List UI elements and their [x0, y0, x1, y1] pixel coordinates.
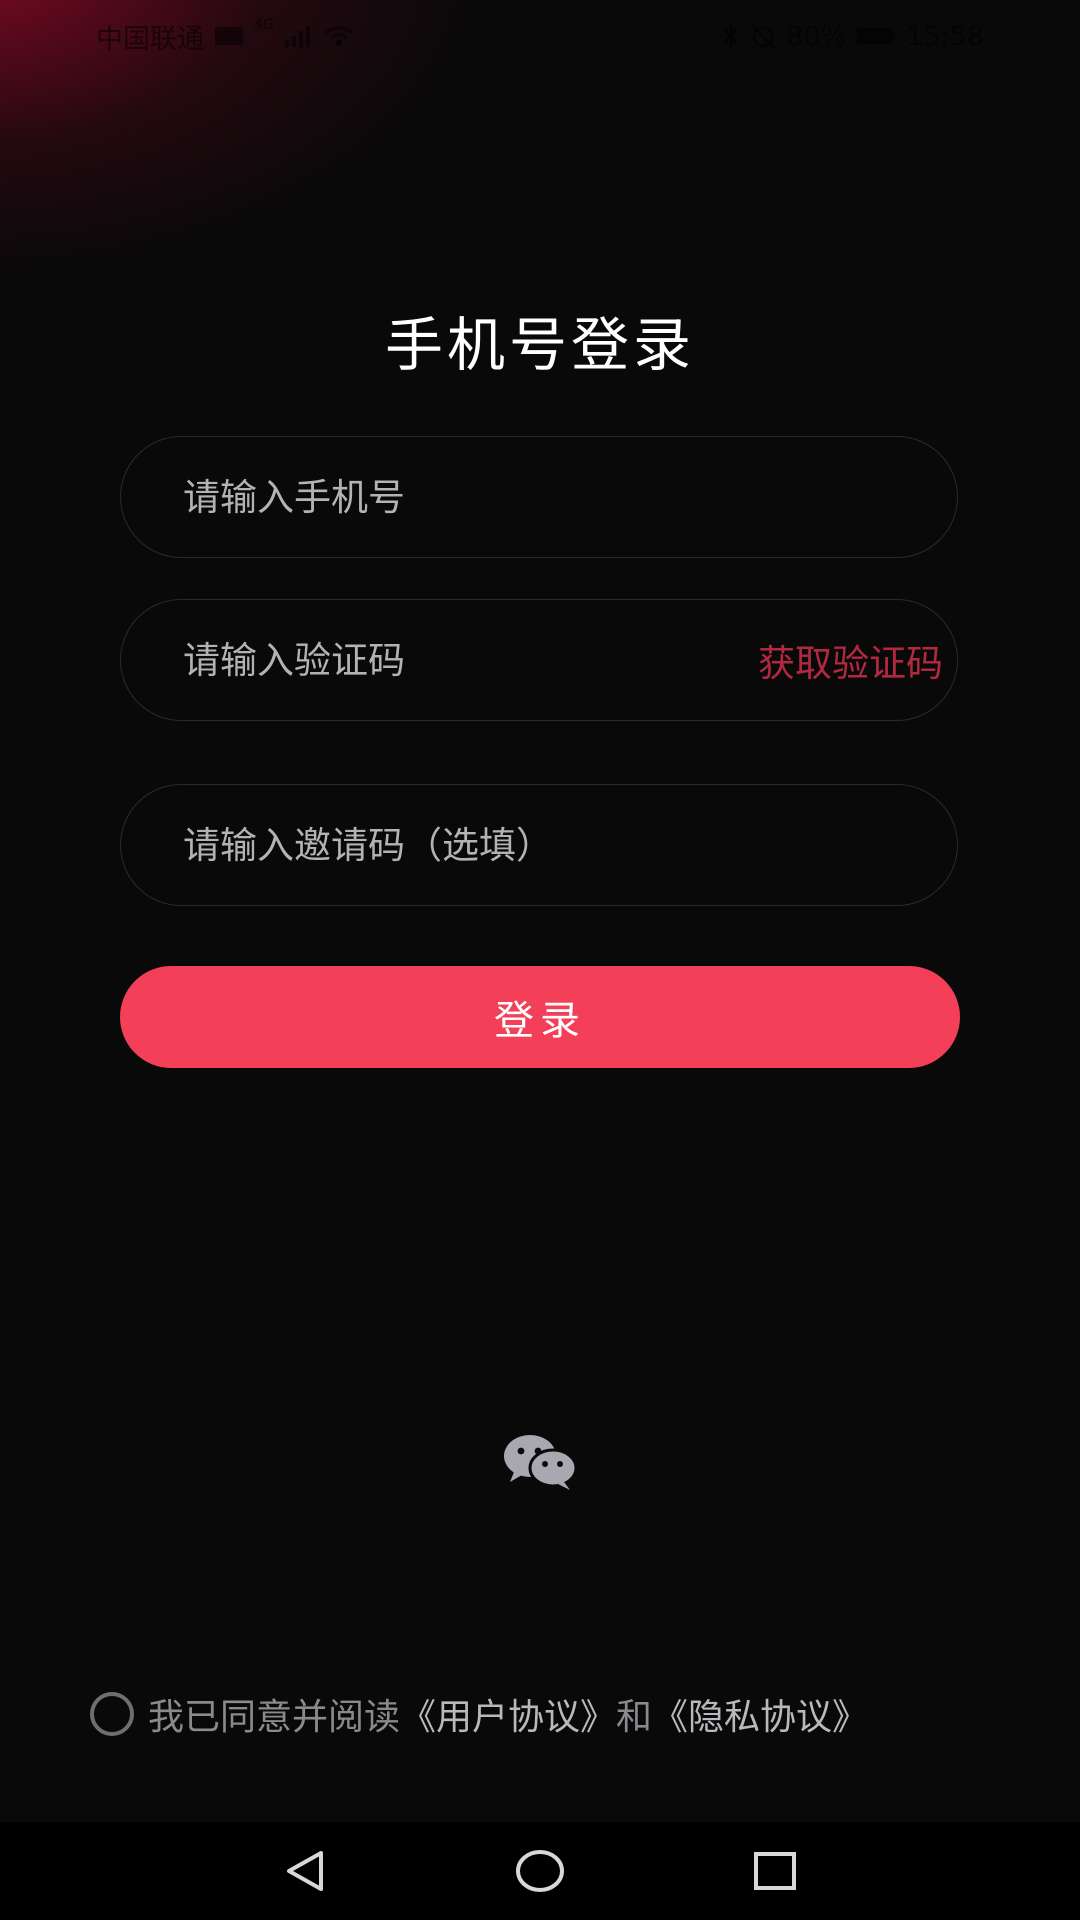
hd-icon	[214, 25, 244, 47]
phone-field	[120, 436, 958, 558]
status-bar: 中国联通 4G 80% 15:58	[0, 0, 1080, 72]
agreement-conjunction: 和	[616, 1697, 653, 1738]
invite-field	[120, 784, 958, 906]
status-left: 中国联通 4G	[96, 17, 354, 56]
page-title: 手机号登录	[384, 311, 695, 379]
alarm-off-icon	[750, 23, 776, 49]
get-code-button[interactable]: 获取验证码	[758, 633, 957, 687]
bluetooth-icon	[722, 23, 740, 49]
user-agreement-link[interactable]: 《用户协议》	[400, 1697, 616, 1738]
wifi-icon	[324, 24, 354, 48]
carrier-label: 中国联通	[96, 23, 204, 55]
agreement-prefix: 我已同意并阅读	[148, 1697, 401, 1738]
battery-icon	[856, 25, 896, 47]
login-button[interactable]: 登录	[120, 966, 960, 1068]
code-field: 获取验证码	[120, 599, 958, 721]
recents-square-icon[interactable]	[751, 1847, 799, 1895]
verification-code-input[interactable]	[121, 600, 758, 720]
phone-input[interactable]	[121, 437, 957, 557]
home-circle-icon[interactable]	[514, 1845, 566, 1897]
back-triangle-icon[interactable]	[281, 1847, 329, 1895]
signal-icon	[284, 24, 314, 48]
agreement-row: 我已同意并阅读《用户协议》和《隐私协议》	[90, 1688, 868, 1740]
invite-code-input[interactable]	[121, 785, 957, 905]
privacy-agreement-link[interactable]: 《隐私协议》	[652, 1697, 868, 1738]
clock: 15:58	[906, 20, 984, 52]
login-screen: 中国联通 4G 80% 15:58 手机号登录 请输入手机号 请输入验证码 获取…	[0, 0, 1080, 1920]
status-right: 80% 15:58	[722, 21, 984, 52]
network-type: 4G	[254, 16, 274, 33]
system-nav-bar	[0, 1822, 1080, 1920]
wechat-icon[interactable]	[500, 1432, 580, 1492]
agree-checkbox[interactable]	[90, 1692, 134, 1736]
battery-percent: 80%	[786, 20, 847, 52]
